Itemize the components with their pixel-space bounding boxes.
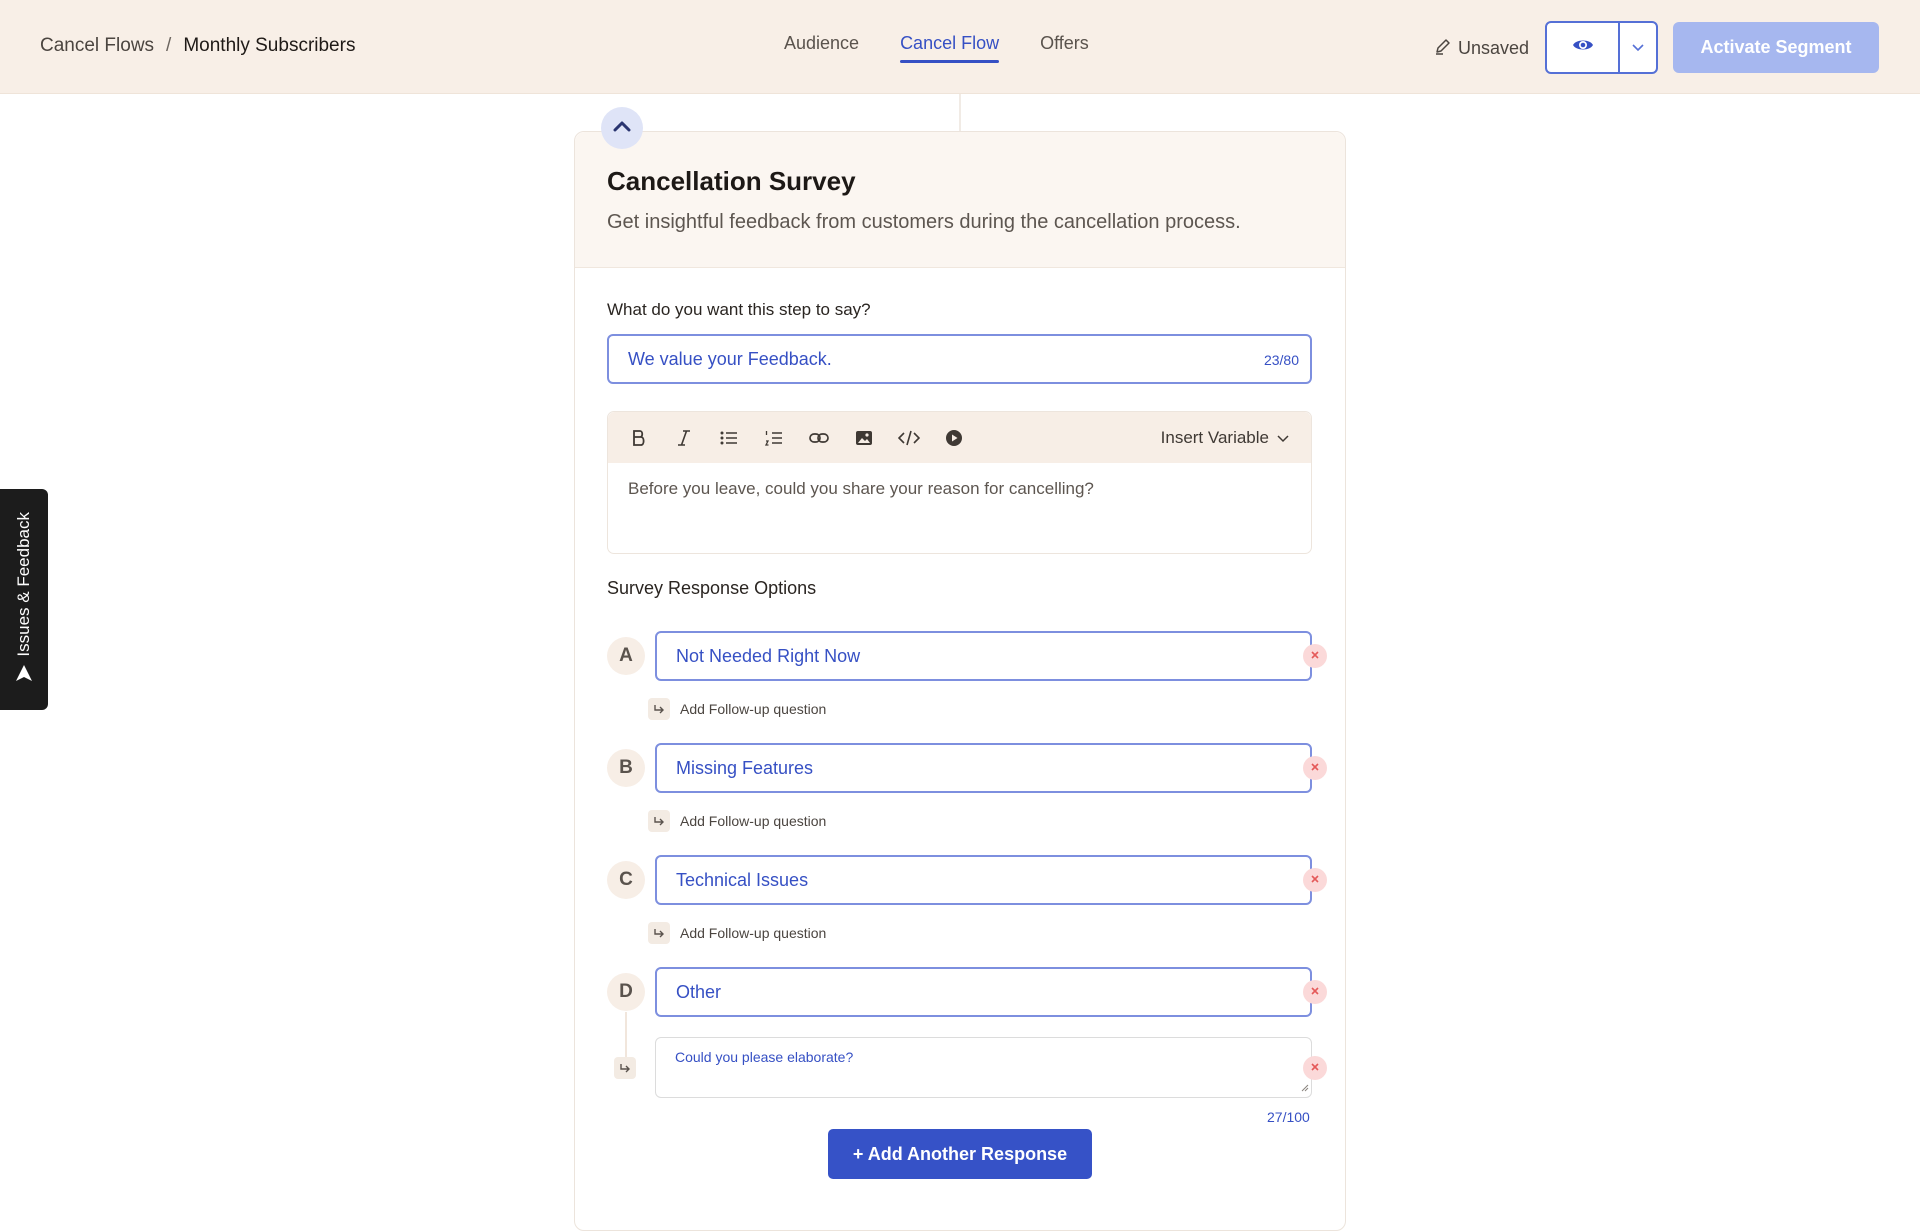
option-b-badge: B <box>607 749 645 787</box>
close-icon <box>1310 647 1320 665</box>
followup-remove-button[interactable] <box>1303 1056 1327 1080</box>
pencil-icon <box>1434 37 1452 60</box>
option-c-remove-button[interactable] <box>1303 868 1327 892</box>
response-options-label: Survey Response Options <box>607 578 817 598</box>
option-c-badge: C <box>607 861 645 899</box>
italic-icon[interactable] <box>670 424 697 451</box>
close-icon <box>1310 759 1320 777</box>
link-icon[interactable] <box>805 424 832 451</box>
tab-offers[interactable]: Offers <box>1040 0 1089 94</box>
bullet-list-icon[interactable] <box>715 424 742 451</box>
return-arrow-icon <box>614 1057 636 1079</box>
preview-dropdown-button[interactable] <box>1620 23 1656 72</box>
option-d-input[interactable]: Other <box>655 967 1312 1017</box>
followup-question-text: Could you please elaborate? <box>675 1049 854 1065</box>
option-a-add-followup[interactable]: Add Follow-up question <box>648 698 826 720</box>
activate-segment-button[interactable]: Activate Segment <box>1673 22 1879 73</box>
send-icon <box>15 664 33 687</box>
close-icon <box>1310 983 1320 1001</box>
eye-icon <box>1572 37 1594 58</box>
followup-char-count: 27/100 <box>1267 1109 1310 1125</box>
option-b-input[interactable]: Missing Features <box>655 743 1312 793</box>
editor-toolbar: Insert Variable <box>608 412 1311 463</box>
flow-connector-line <box>959 94 961 132</box>
add-followup-label: Add Follow-up question <box>680 701 827 717</box>
breadcrumb-current: Monthly Subscribers <box>183 35 356 56</box>
add-followup-label: Add Follow-up question <box>680 925 827 941</box>
card-subtitle: Get insightful feedback from customers d… <box>607 211 1241 233</box>
close-icon <box>1310 1059 1320 1077</box>
option-a-input[interactable]: Not Needed Right Now <box>655 631 1312 681</box>
issues-feedback-label: Issues & Feedback <box>14 511 33 657</box>
top-bar: Cancel Flows / Monthly Subscribers Audie… <box>0 0 1920 94</box>
option-d-followup-textarea[interactable]: Could you please elaborate? <box>655 1037 1312 1098</box>
option-a-remove-button[interactable] <box>1303 644 1327 668</box>
preview-button[interactable] <box>1547 23 1620 72</box>
step-message-input[interactable]: We value your Feedback. 23/80 <box>607 334 1312 384</box>
breadcrumb-cancel-flows[interactable]: Cancel Flows <box>40 35 154 57</box>
video-icon[interactable] <box>940 424 967 451</box>
return-arrow-icon <box>648 810 670 832</box>
unsaved-label: Unsaved <box>1458 38 1530 58</box>
tab-audience[interactable]: Audience <box>784 0 859 94</box>
card-title: Cancellation Survey <box>607 166 856 196</box>
resize-grip-icon[interactable] <box>1299 1079 1309 1095</box>
code-icon[interactable] <box>895 424 922 451</box>
chevron-down-icon <box>1632 39 1644 57</box>
breadcrumb: Cancel Flows / Monthly Subscribers <box>40 35 355 57</box>
option-d-badge: D <box>607 973 645 1011</box>
image-icon[interactable] <box>850 424 877 451</box>
insert-variable-dropdown[interactable]: Insert Variable <box>1161 428 1289 448</box>
option-b-remove-button[interactable] <box>1303 756 1327 780</box>
insert-variable-label: Insert Variable <box>1160 428 1269 447</box>
option-c-input[interactable]: Technical Issues <box>655 855 1312 905</box>
step-message-value: We value your Feedback. <box>628 348 832 369</box>
card-header: Cancellation Survey Get insightful feedb… <box>575 132 1345 268</box>
add-followup-label: Add Follow-up question <box>680 813 827 829</box>
rich-text-editor: Insert Variable Before you leave, could … <box>607 411 1312 554</box>
chevron-down-icon <box>1277 428 1289 448</box>
option-a-badge: A <box>607 637 645 675</box>
editor-body[interactable]: Before you leave, could you share your r… <box>608 463 1311 515</box>
bold-icon[interactable] <box>625 424 652 451</box>
option-d-remove-button[interactable] <box>1303 980 1327 1004</box>
tab-cancel-flow[interactable]: Cancel Flow <box>900 0 1000 94</box>
step-message-label: What do you want this step to say? <box>607 300 871 319</box>
collapse-button[interactable] <box>601 107 643 149</box>
followup-connector-line <box>625 1012 627 1059</box>
step-message-count: 23/80 <box>1263 352 1299 368</box>
close-icon <box>1310 871 1320 889</box>
unsaved-status: Unsaved <box>1434 37 1529 60</box>
breadcrumb-separator: / <box>166 35 172 56</box>
return-arrow-icon <box>648 698 670 720</box>
option-c-add-followup[interactable]: Add Follow-up question <box>648 922 826 944</box>
option-b-add-followup[interactable]: Add Follow-up question <box>648 810 826 832</box>
chevron-up-icon <box>613 119 631 137</box>
add-another-response-button[interactable]: + Add Another Response <box>828 1129 1092 1179</box>
numbered-list-icon[interactable] <box>760 424 787 451</box>
preview-button-group <box>1545 21 1658 74</box>
tab-bar: Audience Cancel Flow Offers <box>784 0 1089 94</box>
return-arrow-icon <box>648 922 670 944</box>
issues-feedback-tab[interactable]: Issues & Feedback <box>0 489 48 710</box>
